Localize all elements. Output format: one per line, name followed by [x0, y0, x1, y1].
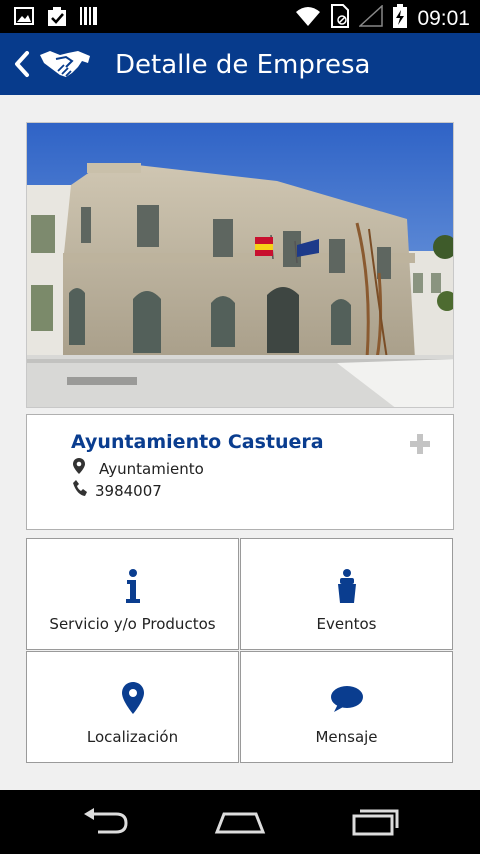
wifi-icon: [295, 5, 321, 32]
tile-location[interactable]: Localización: [26, 651, 239, 763]
info-icon: [125, 569, 141, 608]
company-address: Ayuntamiento: [99, 459, 204, 478]
tile-events[interactable]: Eventos: [240, 538, 453, 650]
barcode-icon: [80, 7, 98, 32]
image-icon: [14, 7, 34, 32]
company-info-card: Ayuntamiento Castuera Ayuntamiento 39840…: [26, 414, 454, 530]
system-nav-bar: [0, 790, 480, 854]
tile-message-label: Mensaje: [315, 728, 378, 746]
company-phone[interactable]: 3984007: [95, 482, 162, 500]
plus-icon[interactable]: [409, 433, 431, 455]
chevron-left-icon[interactable]: [8, 49, 38, 79]
map-pin-icon: [73, 458, 99, 479]
tile-message[interactable]: Mensaje: [240, 651, 453, 763]
page-title: Detalle de Empresa: [115, 50, 371, 80]
tile-services-label: Servicio y/o Productos: [49, 615, 216, 633]
speaker-podium-icon: [337, 569, 357, 608]
home-icon[interactable]: [214, 806, 266, 841]
map-pin-icon: [121, 682, 144, 719]
status-time: 09:01: [417, 6, 470, 30]
phone-row[interactable]: 3984007: [73, 480, 162, 501]
handshake-icon[interactable]: [38, 45, 92, 83]
tile-services[interactable]: Servicio y/o Productos: [26, 538, 239, 650]
signal-icon: [358, 4, 384, 32]
sim-icon: [331, 4, 350, 33]
company-photo: [26, 122, 454, 408]
company-name: Ayuntamiento Castuera: [71, 431, 324, 453]
chat-bubble-icon: [330, 686, 364, 717]
tile-location-label: Localización: [86, 728, 179, 746]
address-row: Ayuntamiento: [73, 458, 204, 479]
phone-icon: [73, 480, 95, 501]
action-grid: Servicio y/o Productos Eventos Localizac…: [26, 538, 454, 764]
status-bar: 09:01: [0, 0, 480, 33]
tile-events-label: Eventos: [316, 615, 377, 633]
action-bar: Detalle de Empresa: [0, 33, 480, 95]
recent-apps-icon[interactable]: [350, 806, 400, 841]
battery-charging-icon: [393, 4, 408, 33]
back-icon[interactable]: [82, 806, 130, 841]
clipboard-check-icon: [46, 7, 68, 32]
